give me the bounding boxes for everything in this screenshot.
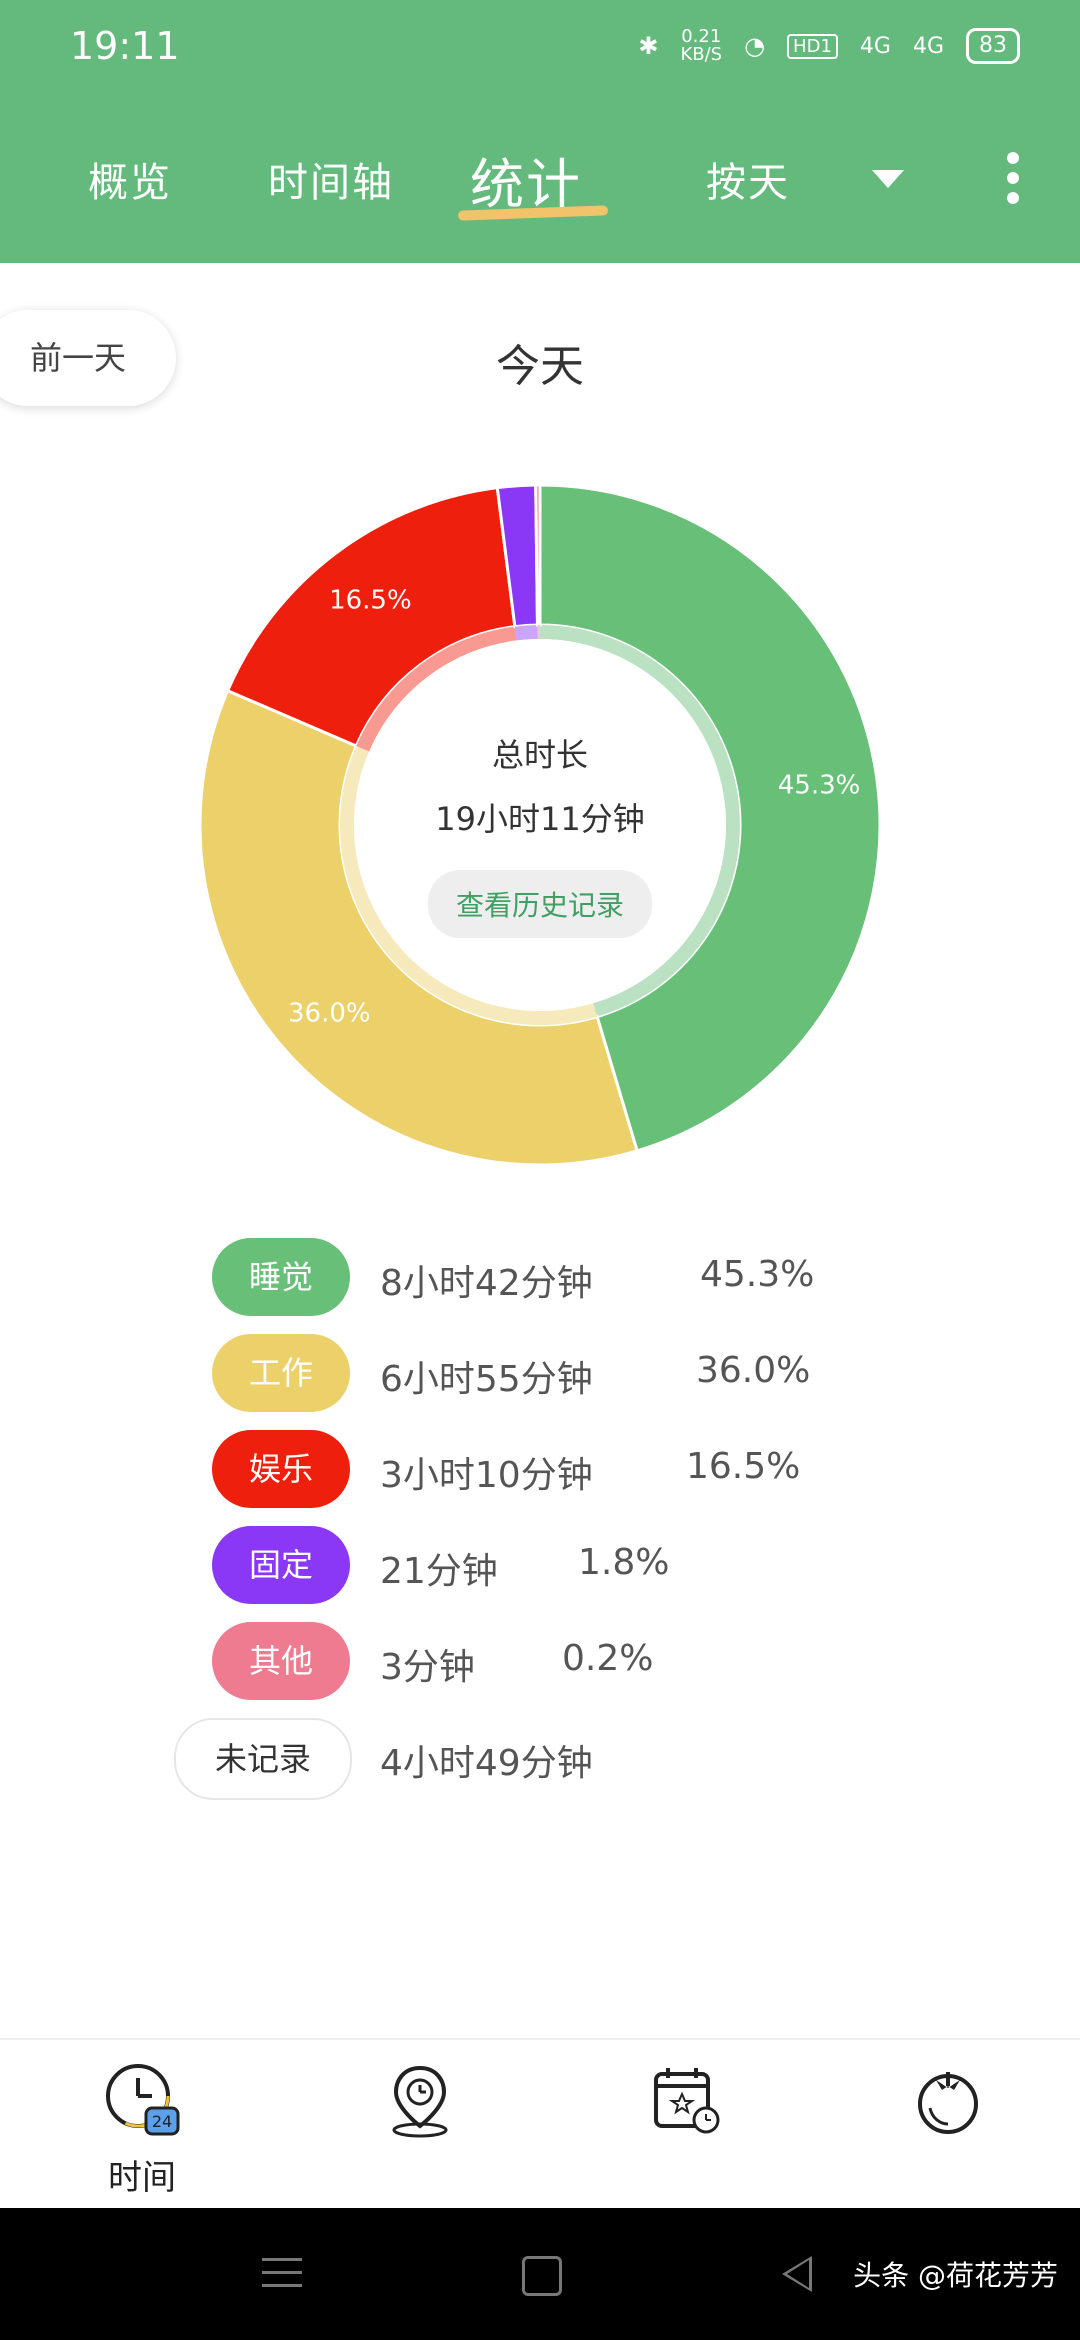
- category-pill[interactable]: 娱乐: [212, 1430, 350, 1508]
- category-pill[interactable]: 未记录: [174, 1718, 352, 1800]
- category-duration: 6小时55分钟: [380, 1359, 593, 1400]
- tab-overview[interactable]: 概览: [88, 150, 172, 208]
- nav-item-tomato[interactable]: [888, 2060, 1008, 2144]
- donut-slice-label-2: 16.5%: [329, 586, 412, 616]
- location-clock-icon: [392, 2065, 448, 2138]
- clock-24-icon: 24: [106, 2064, 180, 2136]
- donut-inner-ring-3: [514, 625, 538, 641]
- calendar-star-icon: [654, 2068, 720, 2134]
- donut-slice-4[interactable]: [534, 483, 542, 627]
- home-icon[interactable]: [522, 2256, 562, 2296]
- category-pill[interactable]: 睡觉: [212, 1238, 350, 1316]
- view-history-button[interactable]: 查看历史记录: [427, 870, 652, 938]
- category-percent: 0.2%: [562, 1638, 654, 1679]
- category-duration: 8小时42分钟: [380, 1263, 593, 1304]
- category-duration: 3小时10分钟: [380, 1455, 593, 1496]
- nav-item-location[interactable]: [360, 2060, 480, 2144]
- range-selector[interactable]: 按天: [706, 150, 790, 208]
- summary-center: 总时长 19小时11分钟 查看历史记录: [340, 730, 740, 938]
- donut-inner-ring-4: [537, 625, 540, 640]
- category-percent: 45.3%: [700, 1254, 815, 1295]
- wifi-icon: ◔: [744, 32, 766, 60]
- category-duration: 21分钟: [380, 1551, 498, 1592]
- nav-label-time: 时间: [108, 2158, 176, 2198]
- category-pill[interactable]: 固定: [212, 1526, 350, 1604]
- day-title: 今天: [496, 341, 584, 392]
- total-duration-value: 19小时11分钟: [435, 800, 645, 838]
- dropdown-arrow-icon[interactable]: [872, 170, 904, 188]
- recent-apps-icon[interactable]: [262, 2258, 302, 2297]
- legend-row-unrecorded[interactable]: 未记录 4小时49分钟: [0, 1718, 1080, 1800]
- system-navigation-bar: 头条 @荷花芳芳: [0, 2208, 1080, 2340]
- category-percent: 1.8%: [578, 1542, 670, 1583]
- hd-badge: HD1: [787, 33, 838, 59]
- category-percent: 16.5%: [686, 1446, 801, 1487]
- legend-row-fixed[interactable]: 固定 21分钟 1.8%: [0, 1526, 1080, 1604]
- legend-row-work[interactable]: 工作 6小时55分钟 36.0%: [0, 1334, 1080, 1412]
- status-bar: 19:11 ✱ 0.21 KB/S ◔ HD1 4G 4G 83: [0, 0, 1080, 95]
- bottom-navigation: 24 时间: [0, 2038, 1080, 2210]
- total-duration-title: 总时长: [491, 736, 588, 774]
- category-pill[interactable]: 其他: [212, 1622, 350, 1700]
- nav-item-calendar[interactable]: [626, 2060, 746, 2144]
- signal-4g-2: 4G: [912, 33, 944, 59]
- clock-badge-text: 24: [152, 2112, 172, 2131]
- watermark: 头条 @荷花芳芳: [853, 2259, 1058, 2292]
- top-tabs: 概览 时间轴 统计 按天: [0, 130, 1080, 230]
- category-duration: 4小时49分钟: [380, 1743, 593, 1784]
- category-duration: 3分钟: [380, 1647, 475, 1688]
- legend-row-other[interactable]: 其他 3分钟 0.2%: [0, 1622, 1080, 1700]
- status-time: 19:11: [70, 24, 180, 68]
- app-header: 19:11 ✱ 0.21 KB/S ◔ HD1 4G 4G 83 概览 时间轴 …: [0, 0, 1080, 263]
- more-options-icon[interactable]: [1006, 152, 1020, 212]
- category-pill[interactable]: 工作: [212, 1334, 350, 1412]
- nav-item-time[interactable]: 24 时间: [82, 2060, 202, 2199]
- net-speed: 0.21 KB/S: [680, 26, 723, 65]
- category-percent: 36.0%: [696, 1350, 811, 1391]
- tomato-icon: [918, 2072, 978, 2134]
- donut-slice-label-1: 36.0%: [288, 998, 371, 1028]
- bluetooth-icon: ✱: [638, 32, 659, 60]
- legend-row-entertainment[interactable]: 娱乐 3小时10分钟 16.5%: [0, 1430, 1080, 1508]
- signal-4g-1: 4G: [859, 33, 891, 59]
- status-icons: ✱ 0.21 KB/S ◔ HD1 4G 4G 83: [638, 28, 1020, 64]
- tab-timeline[interactable]: 时间轴: [268, 150, 394, 208]
- legend-row-sleep[interactable]: 睡觉 8小时42分钟 45.3%: [0, 1238, 1080, 1316]
- battery-indicator: 83: [966, 28, 1020, 64]
- back-icon-inner: [787, 2260, 809, 2288]
- donut-slice-label-0: 45.3%: [778, 770, 861, 800]
